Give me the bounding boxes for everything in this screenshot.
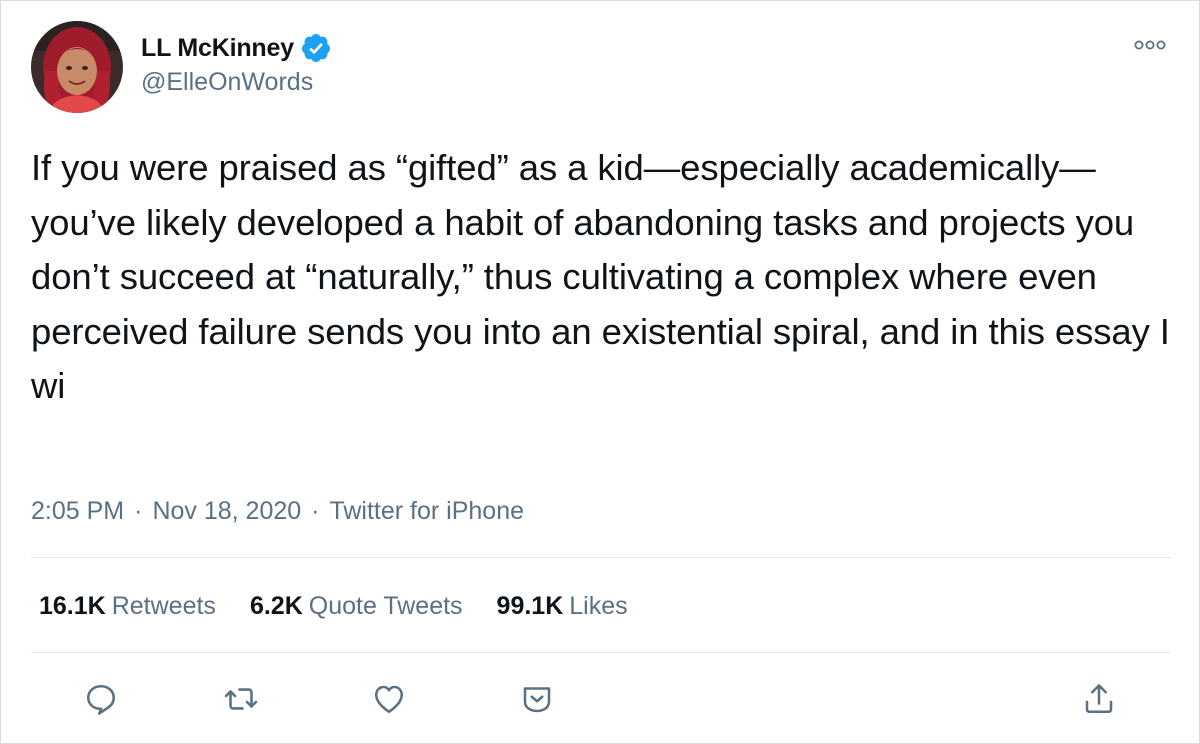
more-options-button[interactable] — [1133, 33, 1167, 57]
retweet-icon — [224, 688, 258, 710]
more-dots-icon — [1134, 40, 1166, 50]
like-button[interactable] — [367, 677, 411, 721]
meta-separator: · — [311, 496, 320, 525]
likes-label: Likes — [569, 591, 628, 620]
verified-badge-icon — [300, 32, 332, 64]
reply-button[interactable] — [79, 677, 123, 721]
author-name-row[interactable]: LL McKinney — [141, 31, 332, 65]
share-menu-icon — [523, 687, 551, 713]
quotes-count: 6.2K — [249, 591, 303, 620]
tweet-stats: 16.1K Retweets 6.2K Quote Tweets 99.1K Like… — [39, 586, 662, 626]
tweet-text: If you were praised as “gifted” as a kid… — [31, 147, 1180, 406]
tweet-source[interactable]: Twitter for iPhone — [329, 497, 524, 526]
tweet-date[interactable]: Nov 18, 2020 — [152, 497, 301, 526]
likes-count: 99.1K — [496, 591, 564, 620]
divider — [31, 557, 1171, 558]
quote-tweets-stat[interactable]: 6.2K Quote Tweets — [250, 592, 463, 621]
author-handle[interactable]: @ElleOnWords — [141, 68, 313, 97]
share-icon — [1085, 684, 1113, 714]
avatar[interactable] — [31, 21, 123, 113]
likes-stat[interactable]: 99.1K Likes — [497, 592, 628, 621]
retweets-label: Retweets — [111, 591, 216, 620]
quotes-label: Quote Tweets — [308, 591, 463, 620]
meta-separator: · — [134, 496, 143, 525]
retweets-count: 16.1K — [39, 591, 106, 620]
tweet-meta: 2:05 PM · Nov 18, 2020 · Twitter for iPh… — [31, 493, 524, 529]
profile-photo-avatar-icon — [31, 21, 123, 113]
author-display-name[interactable]: LL McKinney — [141, 34, 294, 63]
retweets-stat[interactable]: 16.1K Retweets — [39, 592, 216, 621]
share-button[interactable] — [1077, 677, 1121, 721]
tweet-card: LL McKinney @ElleOnWords If you were pra… — [0, 0, 1200, 744]
reply-icon — [86, 684, 116, 715]
retweet-button[interactable] — [219, 677, 263, 721]
divider — [31, 652, 1171, 653]
share-via-button[interactable] — [515, 677, 559, 721]
like-icon — [374, 685, 404, 714]
tweet-time[interactable]: 2:05 PM — [31, 497, 124, 526]
